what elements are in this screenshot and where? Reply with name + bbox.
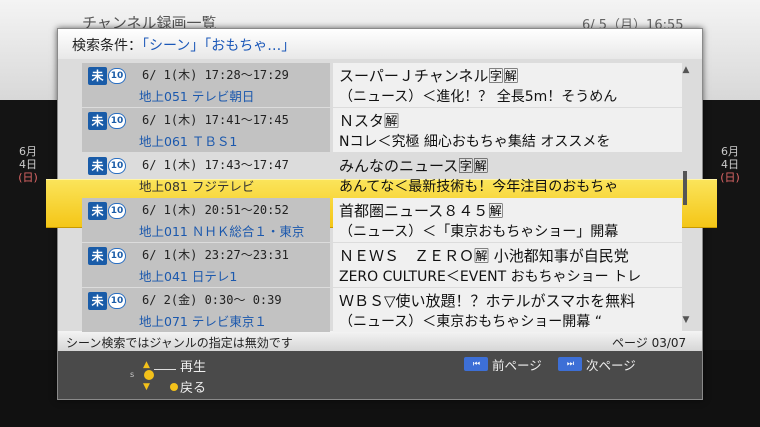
nav-up-icon: ▲ [143, 360, 150, 370]
nav-down-icon: ▼ [143, 382, 150, 392]
list-item-time: 6/ 1(木) 17:28～17:29 [142, 68, 289, 82]
list-item[interactable]: 未 10 6/ 1(木) 23:27～23:31 地上041 日テレ1 ＮＥＷＳ… [82, 243, 682, 288]
unwatched-badge: 未 10 [88, 157, 126, 175]
list-item-time: 6/ 1(木) 17:41～17:45 [142, 113, 289, 127]
ten-seconds-icon: 10 [108, 158, 126, 174]
list-item-selected[interactable]: 未 10 6/ 1(木) 17:43～17:47 地上081 フジテレビ みんな… [82, 153, 682, 198]
list-item-title: ＷＢＳ▽使い放題！？ホテルがスマホを無料 [339, 292, 636, 310]
unwatched-badge: 未 10 [88, 247, 126, 265]
list-item-program: スーパーＪチャンネル🈑🈖 （ニュース）＜進化！？ 全長5m！そうめん [333, 63, 682, 107]
next-page-button[interactable]: 次ページ [586, 355, 636, 374]
unwatched-badge: 未 10 [88, 112, 126, 130]
list-item-program: ＮＥＷＳ ＺＥＲＯ🈖 小池都知事が自民党 ZERO CULTURE＜EVENT … [333, 243, 682, 287]
list-item-title: 首都圏ニュース８４５🈖 [339, 202, 504, 220]
background-date-right: 6月 4日 (日) [720, 145, 740, 184]
unwatched-badge: 未 10 [88, 67, 126, 85]
list-item-time: 6/ 1(木) 23:27～23:31 [142, 248, 289, 262]
list-item-info: 未 10 6/ 1(木) 17:43～17:47 地上081 フジテレビ [82, 153, 330, 197]
page-indicator: ページ 03/07 [612, 336, 687, 350]
list-item-desc: Nコレ＜究極 細心おもちゃ集結 オススメを [339, 134, 611, 150]
info-bar: シーン検索ではジャンルの指定は無効です ページ 03/07 [58, 331, 702, 351]
list-item-title: スーパーＪチャンネル🈑🈖 [339, 67, 519, 85]
list-item-info: 未 10 6/ 1(木) 20:51～20:52 地上011 ＮＨＫ総合１・東京 [82, 198, 330, 242]
dialog-footer: ▲ s ▼ 再生 戻る ⏮ 前ページ ⏭ 次ページ [58, 351, 702, 399]
list-item-title: ＮＥＷＳ ＺＥＲＯ🈖 小池都知事が自民党 [339, 247, 629, 265]
list-item-channel: 地上041 日テレ1 [139, 269, 238, 284]
list-item-desc: （ニュース）＜東京おもちゃショー開幕 “ [339, 314, 603, 330]
list-item-program: みんなのニュース🈑🈖 あんてな＜最新技術も！今年注目のおもちゃ [333, 153, 682, 197]
next-page-icon[interactable]: ⏭ [558, 357, 582, 371]
list-item-desc: （ニュース）＜進化！？ 全長5m！そうめん [339, 89, 618, 105]
ten-seconds-icon: 10 [108, 113, 126, 129]
list-item-info: 未 10 6/ 1(木) 17:28～17:29 地上051 テレビ朝日 [82, 63, 330, 107]
list-item-program: Ｎスタ🈖 Nコレ＜究極 細心おもちゃ集結 オススメを [333, 108, 682, 152]
list-item-channel: 地上051 テレビ朝日 [139, 89, 255, 104]
list-item-desc: ZERO CULTURE＜EVENT おもちゃショー トレ [339, 269, 642, 285]
prev-page-icon[interactable]: ⏮ [464, 357, 488, 371]
ten-seconds-icon: 10 [108, 293, 126, 309]
list-item-info: 未 10 6/ 2(金) 0:30～ 0:39 地上071 テレビ東京１ [82, 288, 330, 332]
back-button-icon [170, 383, 178, 391]
dialog-header: 検索条件：「シーン」「おもちゃ…」 [58, 29, 702, 59]
back-label[interactable]: 戻る [180, 377, 206, 396]
list-item-channel: 地上011 ＮＨＫ総合１・東京 [139, 224, 305, 239]
list-item-time: 6/ 1(木) 20:51～20:52 [142, 203, 289, 217]
scroll-down-icon[interactable]: ▼ [680, 315, 692, 325]
scene-search-note: シーン検索ではジャンルの指定は無効です [66, 336, 293, 350]
scroll-up-icon[interactable]: ▲ [680, 65, 692, 75]
list-item-program: ＷＢＳ▽使い放題！？ホテルがスマホを無料 （ニュース）＜東京おもちゃショー開幕 … [333, 288, 682, 332]
list-item-time: 6/ 1(木) 17:43～17:47 [142, 158, 289, 172]
unwatched-badge: 未 10 [88, 202, 126, 220]
results-list[interactable]: 未 10 6/ 1(木) 17:28～17:29 地上051 テレビ朝日 スーパ… [46, 59, 717, 333]
search-condition-label: 検索条件： [72, 38, 142, 54]
play-pointer-line [154, 369, 176, 370]
list-item[interactable]: 未 10 6/ 1(木) 20:51～20:52 地上011 ＮＨＫ総合１・東京… [82, 198, 682, 243]
list-item-info: 未 10 6/ 1(木) 23:27～23:31 地上041 日テレ1 [82, 243, 330, 287]
list-item-info: 未 10 6/ 1(木) 17:41～17:45 地上061 ＴＢＳ1 [82, 108, 330, 152]
list-item-channel: 地上061 ＴＢＳ1 [139, 134, 238, 149]
ten-seconds-icon: 10 [108, 248, 126, 264]
list-item[interactable]: 未 10 6/ 1(木) 17:41～17:45 地上061 ＴＢＳ1 Ｎスタ🈖… [82, 108, 682, 153]
ten-seconds-icon: 10 [108, 203, 126, 219]
list-item-program: 首都圏ニュース８４５🈖 （ニュース）＜「東京おもちゃショー」開幕 [333, 198, 682, 242]
list-item[interactable]: 未 10 6/ 1(木) 17:28～17:29 地上051 テレビ朝日 スーパ… [82, 63, 682, 108]
list-item-channel: 地上071 テレビ東京１ [139, 314, 267, 329]
play-label[interactable]: 再生 [180, 356, 206, 375]
prev-page-button[interactable]: 前ページ [492, 355, 542, 374]
ten-seconds-icon: 10 [108, 68, 126, 84]
scrollbar-thumb[interactable] [683, 171, 687, 205]
list-item[interactable]: 未 10 6/ 2(金) 0:30～ 0:39 地上071 テレビ東京１ ＷＢＳ… [82, 288, 682, 333]
nav-enter-icon [144, 370, 154, 380]
search-condition-value: 「シーン」「おもちゃ…」 [142, 38, 296, 54]
list-item-time: 6/ 2(金) 0:30～ 0:39 [142, 293, 282, 307]
nav-left-icon: s [130, 370, 135, 379]
list-item-title: Ｎスタ🈖 [339, 112, 400, 130]
list-item-desc: （ニュース）＜「東京おもちゃショー」開幕 [339, 224, 619, 240]
search-results-dialog: 検索条件：「シーン」「おもちゃ…」 未 10 6/ 1(木) 17:28～17:… [46, 28, 717, 400]
background-date-left: 6月 4日 (日) [18, 145, 38, 184]
list-item-channel: 地上081 フジテレビ [139, 179, 255, 194]
unwatched-badge: 未 10 [88, 292, 126, 310]
list-item-desc: あんてな＜最新技術も！今年注目のおもちゃ [339, 179, 619, 195]
list-item-title: みんなのニュース🈑🈖 [339, 157, 489, 175]
